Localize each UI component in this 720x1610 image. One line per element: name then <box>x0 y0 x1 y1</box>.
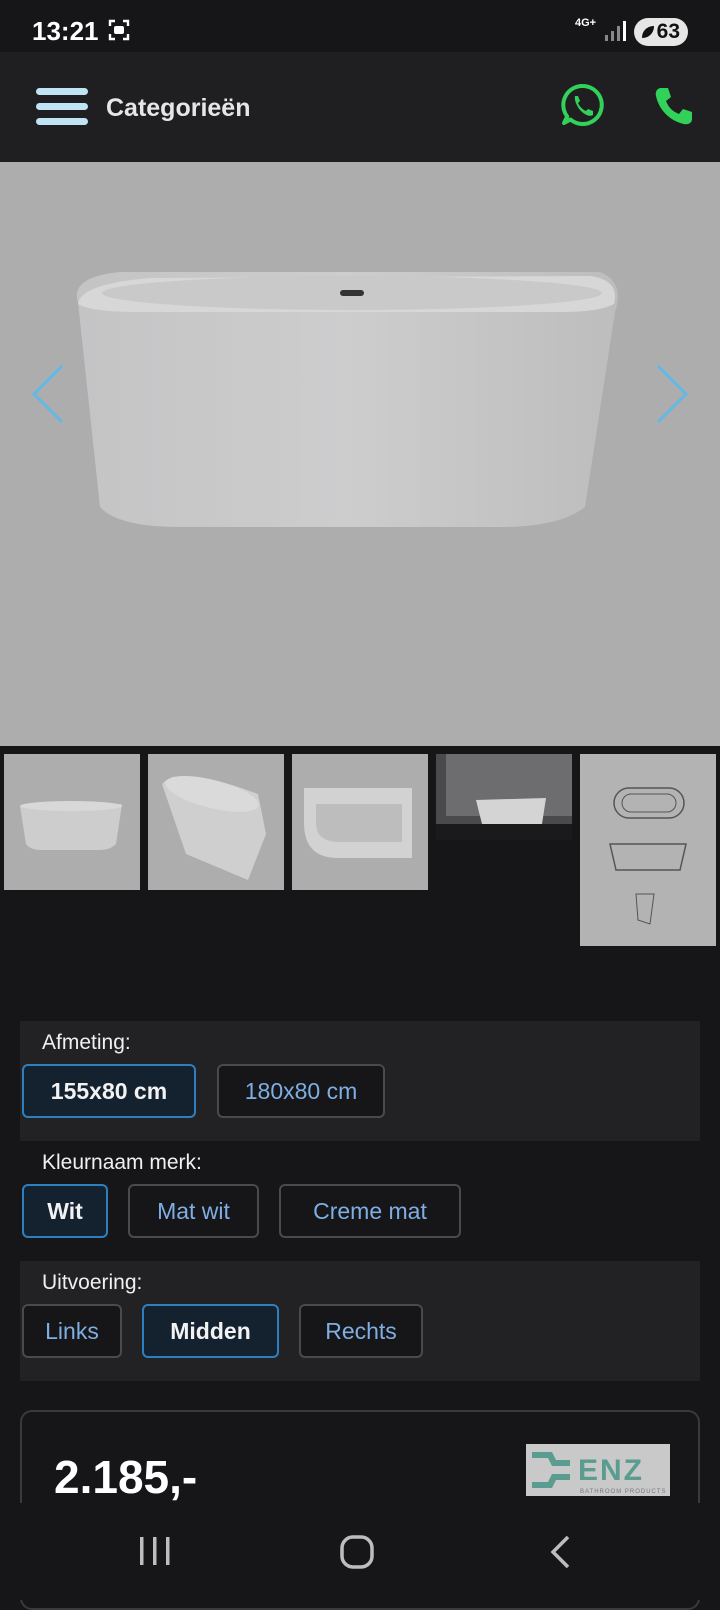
variant-option-group: Uitvoering: Links Midden Rechts <box>20 1261 700 1381</box>
status-bar: 13:21 4G+ 63 <box>0 0 720 52</box>
brand-subtitle: BATHROOM PRODUCTS <box>580 1489 667 1495</box>
color-label: Kleurnaam merk: <box>42 1151 202 1174</box>
thumbnail-scene[interactable] <box>436 754 572 840</box>
battery-indicator: 63 <box>634 18 688 46</box>
variant-option-rechts[interactable]: Rechts <box>299 1304 423 1358</box>
product-image-carousel[interactable] <box>0 162 720 746</box>
network-indicator: 4G+ <box>575 17 597 29</box>
back-icon[interactable] <box>548 1535 572 1569</box>
brand-name: ENZ <box>578 1454 644 1487</box>
thumbnail-angle[interactable] <box>148 754 284 890</box>
bathtub-image <box>76 272 618 527</box>
leaf-icon <box>642 26 654 38</box>
size-option-155x80[interactable]: 155x80 cm <box>22 1064 196 1118</box>
color-option-group: Kleurnaam merk: Wit Mat wit Creme mat <box>20 1141 700 1261</box>
hamburger-icon[interactable] <box>36 88 88 126</box>
thumbnail-strip <box>0 754 720 954</box>
whatsapp-icon[interactable] <box>560 82 606 128</box>
phone-icon[interactable] <box>652 85 694 127</box>
system-navigation-bar <box>0 1503 720 1600</box>
color-option-mat-wit[interactable]: Mat wit <box>128 1184 259 1238</box>
variant-option-midden[interactable]: Midden <box>142 1304 279 1358</box>
variant-label: Uitvoering: <box>42 1271 143 1294</box>
battery-level: 63 <box>656 20 680 43</box>
top-navigation: Categorieën <box>0 52 720 162</box>
chevron-left-icon[interactable] <box>28 362 68 426</box>
home-icon[interactable] <box>340 1535 374 1569</box>
size-option-180x80[interactable]: 180x80 cm <box>217 1064 385 1118</box>
thumbnail-top[interactable] <box>292 754 428 890</box>
size-option-group: Afmeting: 155x80 cm 180x80 cm <box>20 1021 700 1141</box>
signal-icon <box>605 21 626 41</box>
variant-option-links[interactable]: Links <box>22 1304 122 1358</box>
color-option-wit[interactable]: Wit <box>22 1184 108 1238</box>
categories-title[interactable]: Categorieën <box>106 94 250 123</box>
screenshot-icon <box>108 19 130 41</box>
recent-apps-icon[interactable] <box>138 1535 172 1567</box>
product-price: 2.185,- <box>54 1451 198 1503</box>
chevron-right-icon[interactable] <box>652 362 692 426</box>
status-time: 13:21 <box>32 16 99 46</box>
thumbnail-technical-drawing[interactable] <box>580 754 716 946</box>
color-option-creme-mat[interactable]: Creme mat <box>279 1184 461 1238</box>
size-label: Afmeting: <box>42 1031 131 1054</box>
thumbnail-front[interactable] <box>4 754 140 890</box>
brand-logo: ENZ BATHROOM PRODUCTS <box>526 1444 670 1496</box>
